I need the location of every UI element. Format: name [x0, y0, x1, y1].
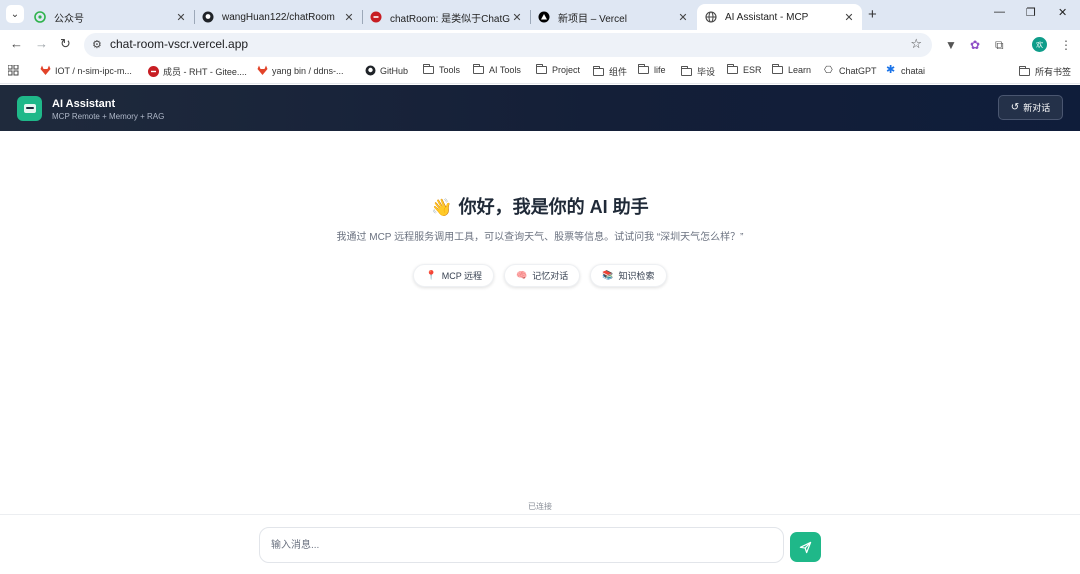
new-tab-icon[interactable]: +: [868, 6, 877, 23]
connection-status: 已连接: [528, 502, 552, 511]
back-icon[interactable]: ←: [10, 36, 23, 51]
folder-icon: [593, 65, 604, 76]
close-icon[interactable]: ✕: [510, 11, 524, 24]
github-icon: [365, 65, 376, 76]
welcome-heading: 👋 你好，我是你的 AI 助手: [431, 197, 649, 217]
chip-mcp-remote[interactable]: 📍 MCP 远程: [413, 264, 495, 287]
welcome-description: 我通过 MCP 远程服务调用工具，可以查询天气、股票等信息。试试问我 “深圳天气…: [336, 232, 744, 243]
browser-tab-bar: ⌄ 公众号 ✕ wangHuan122/chatRoom ✕ chatRoom:…: [0, 0, 1080, 30]
message-input[interactable]: [259, 527, 784, 563]
window-close-icon[interactable]: ✕: [1058, 6, 1067, 19]
bookmark-chatgpt[interactable]: ⎔ ChatGPT: [824, 65, 877, 76]
close-icon[interactable]: ✕: [342, 11, 356, 24]
bookmark-folder-components[interactable]: 组件: [593, 65, 627, 78]
books-icon: 📚: [602, 270, 614, 280]
send-icon: [799, 541, 812, 553]
pin-icon: 📍: [425, 270, 437, 280]
tab-github-chatroom[interactable]: wangHuan122/chatRoom ✕: [194, 4, 363, 30]
vue-devtools-icon[interactable]: ▼: [945, 38, 957, 52]
extension-brain-icon[interactable]: ✿: [970, 38, 980, 52]
bookmarks-bar: IOT / n-sim-ipc-m... 成员 - RHT - Gitee...…: [0, 59, 1080, 84]
robot-logo-icon: [17, 96, 42, 121]
reload-icon[interactable]: ↻: [60, 36, 71, 52]
bookmark-star-icon[interactable]: ☆: [910, 36, 922, 52]
bookmark-folder-ai-tools[interactable]: AI Tools: [473, 64, 521, 75]
wechat-icon: [34, 11, 46, 23]
apps-grid-icon[interactable]: [8, 65, 19, 76]
folder-icon: [536, 64, 547, 74]
restore-icon[interactable]: ❐: [1026, 6, 1036, 19]
tab-wechat[interactable]: 公众号 ✕: [26, 4, 195, 30]
composer: [0, 514, 1080, 574]
asterisk-icon: ✱: [886, 64, 896, 76]
browser-toolbar: ← → ↻ ⚙ chat-room-vscr.vercel.app ☆ ▼ ✿ …: [0, 30, 1080, 59]
site-info-icon[interactable]: ⚙: [92, 38, 102, 51]
vercel-icon: [538, 11, 550, 23]
bookmark-folder-graduation[interactable]: 毕设: [681, 65, 715, 78]
forward-icon[interactable]: →: [35, 36, 48, 51]
menu-kebab-icon[interactable]: ⋮: [1060, 38, 1072, 52]
globe-icon: [705, 11, 717, 23]
bookmark-iot[interactable]: IOT / n-sim-ipc-m...: [40, 65, 132, 76]
chip-knowledge-search[interactable]: 📚 知识检索: [590, 264, 667, 287]
all-bookmarks-folder[interactable]: 所有书签: [1019, 65, 1071, 78]
folder-icon: [473, 64, 484, 74]
gitlab-icon: [257, 65, 268, 76]
tab-vercel[interactable]: 新项目 – Vercel ✕: [530, 4, 696, 30]
minimize-icon[interactable]: —: [994, 6, 1005, 18]
bookmark-folder-project[interactable]: Project: [536, 64, 580, 75]
gitee-icon: [148, 66, 159, 77]
extensions-puzzle-icon[interactable]: ⧉: [995, 38, 1004, 53]
folder-icon: [638, 64, 649, 74]
tab-search-dropdown[interactable]: ⌄: [6, 5, 24, 23]
new-chat-button[interactable]: ↺ 新对话: [998, 95, 1063, 120]
chip-memory-chat[interactable]: 🧠 记忆对话: [504, 264, 581, 287]
app-title: AI Assistant: [52, 98, 116, 110]
gitlab-icon: [40, 65, 51, 76]
bookmark-folder-learn[interactable]: Learn: [772, 64, 811, 75]
bookmark-github[interactable]: GitHub: [365, 65, 408, 76]
bookmark-chatai[interactable]: ✱ chatai: [886, 65, 925, 76]
tab-ai-assistant[interactable]: AI Assistant - MCP ✕: [697, 4, 862, 30]
tab-gitee-chatroom[interactable]: chatRoom: 是类似于ChatGPT的 ✕: [362, 4, 531, 30]
bookmark-ddns[interactable]: yang bin / ddns-...: [257, 65, 344, 76]
folder-icon: [423, 64, 434, 74]
waving-hand-icon: 👋: [431, 198, 453, 217]
refresh-icon: ↺: [1010, 102, 1020, 113]
app-subtitle: MCP Remote + Memory + RAG: [52, 112, 165, 121]
bookmark-gitee-members[interactable]: 成员 - RHT - Gitee....: [148, 65, 247, 78]
feature-chips: 📍 MCP 远程 🧠 记忆对话 📚 知识检索: [0, 264, 1080, 287]
folder-icon: [681, 65, 692, 76]
address-bar[interactable]: ⚙ chat-room-vscr.vercel.app ☆: [84, 33, 932, 57]
brain-icon: 🧠: [516, 270, 528, 280]
close-icon[interactable]: ✕: [676, 11, 690, 24]
folder-icon: [772, 64, 783, 74]
url-text: chat-room-vscr.vercel.app: [110, 37, 249, 51]
bookmark-folder-esr[interactable]: ESR: [727, 64, 762, 75]
bookmark-folder-life[interactable]: life: [638, 64, 666, 75]
close-icon[interactable]: ✕: [842, 11, 856, 24]
github-icon: [202, 11, 214, 23]
app-header: AI Assistant MCP Remote + Memory + RAG ↺…: [0, 85, 1080, 131]
folder-icon: [727, 64, 738, 74]
close-icon[interactable]: ✕: [174, 11, 188, 24]
bookmark-folder-tools[interactable]: Tools: [423, 64, 460, 75]
gitee-icon: [370, 11, 382, 23]
openai-icon: ⎔: [824, 65, 833, 76]
send-button[interactable]: [790, 532, 821, 562]
profile-avatar[interactable]: 欢: [1032, 37, 1047, 52]
folder-icon: [1019, 65, 1030, 76]
chat-main: 👋 你好，我是你的 AI 助手 我通过 MCP 远程服务调用工具，可以查询天气、股…: [0, 131, 1080, 513]
